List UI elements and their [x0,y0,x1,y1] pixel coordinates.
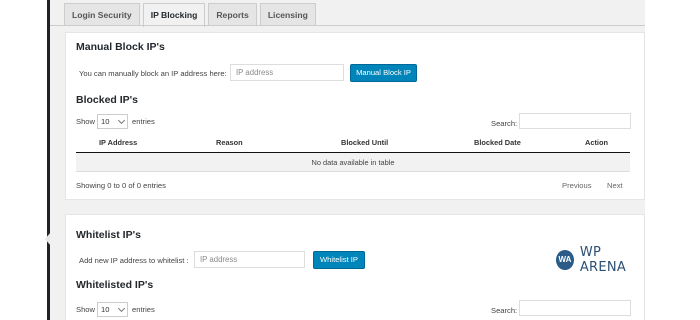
admin-menu-edge [0,0,50,320]
column-reason[interactable]: Reason [216,138,243,147]
whitelist-ip-input[interactable] [194,251,305,268]
tab-bar: Login Security IP Blocking Reports Licen… [64,3,316,27]
whitelist-panel: Whitelist IP's Add new IP address to whi… [65,214,645,320]
blocked-ips-heading: Blocked IP's [76,94,139,106]
whitelist-ip-button[interactable]: Whitelist IP [313,251,365,269]
ip-blocking-panel: Manual Block IP's You can manually block… [65,32,645,200]
entries-select[interactable]: 10 [97,114,128,129]
chevron-down-icon [117,304,126,313]
tab-login-security[interactable]: Login Security [64,3,140,26]
search-label: Search: [491,119,518,128]
entries-select-value-2: 10 [101,305,110,314]
column-blocked-date[interactable]: Blocked Date [474,138,521,147]
manual-block-ip-input[interactable] [230,64,344,81]
manual-block-ip-button[interactable]: Manual Block IP [350,64,417,82]
wp-arena-logo-text: WP ARENA [579,245,627,275]
wp-arena-logo-icon: WA [556,250,574,270]
table-info: Showing 0 to 0 of 0 entries [76,181,166,190]
chevron-down-icon [117,116,126,125]
show-label: Show [76,117,95,126]
tab-ip-blocking[interactable]: IP Blocking [142,3,206,27]
whitelist-search-input[interactable] [519,300,631,316]
show-label-2: Show [76,305,95,314]
settings-content: Login Security IP Blocking Reports Licen… [50,0,645,320]
tab-divider [50,25,645,26]
entries-select-2[interactable]: 10 [97,302,128,317]
tab-licensing[interactable]: Licensing [259,3,316,26]
table-empty-row: No data available in table [76,153,630,172]
entries-label: entries [132,117,155,126]
tab-reports[interactable]: Reports [208,3,257,26]
wp-arena-watermark: WA WP ARENA [556,245,644,275]
whitelisted-ips-heading: Whitelisted IP's [76,279,154,291]
right-background [645,0,700,320]
next-button[interactable]: Next [607,181,623,190]
entries-label-2: entries [132,305,155,314]
column-ip-address[interactable]: IP Address [99,138,137,147]
whitelist-label: Add new IP address to whitelist : [79,256,189,265]
entries-select-value: 10 [101,117,110,126]
search-label-2: Search: [491,306,518,315]
column-action[interactable]: Action [585,138,608,147]
manual-block-heading: Manual Block IP's [76,41,165,53]
column-blocked-until[interactable]: Blocked Until [341,138,388,147]
manual-block-label: You can manually block an IP address her… [79,69,227,78]
blocked-search-input[interactable] [519,113,631,129]
whitelist-heading: Whitelist IP's [76,229,141,241]
previous-button[interactable]: Previous [562,181,592,190]
